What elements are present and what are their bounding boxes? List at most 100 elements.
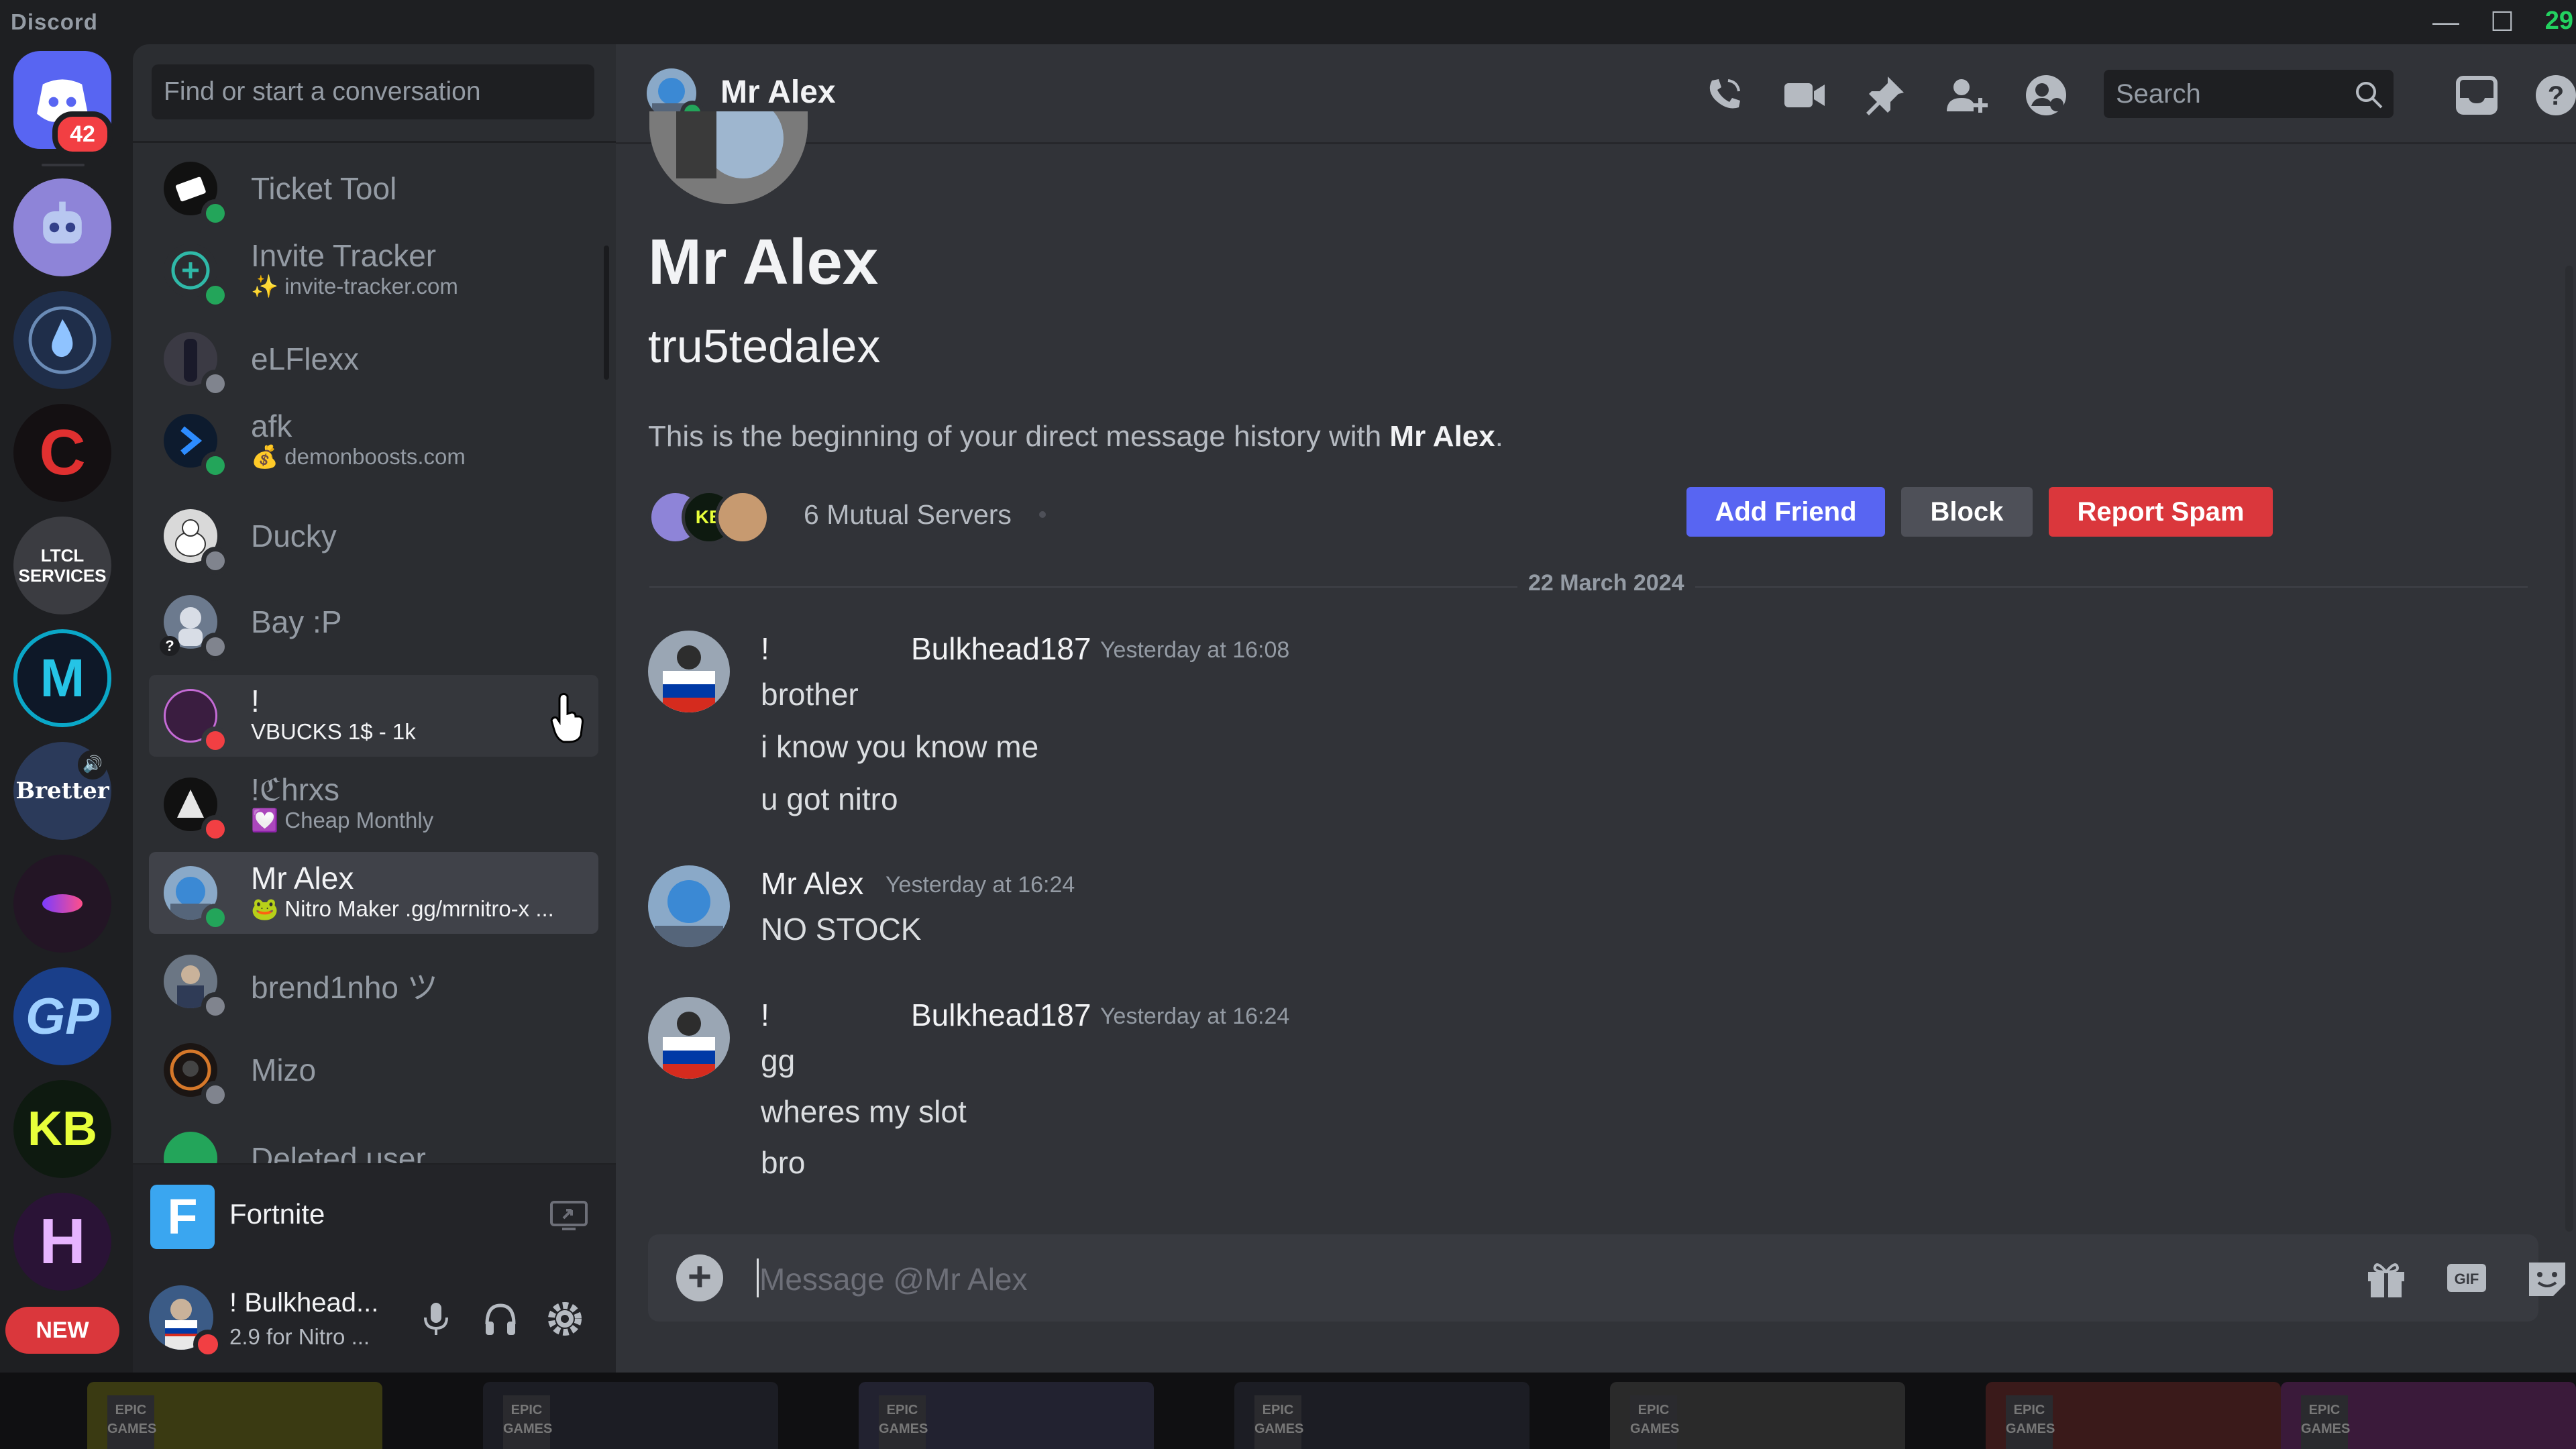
search-input[interactable]: Search xyxy=(2104,70,2394,118)
profile-username: tru5tedalex xyxy=(648,320,881,372)
epic-games-logo: EPIC GAMES xyxy=(2006,1395,2055,1449)
fortnite-game-icon: F xyxy=(150,1185,215,1249)
separator-dot xyxy=(1039,511,1046,518)
message-text: brother xyxy=(761,677,859,712)
chat-title: Mr Alex xyxy=(720,74,836,110)
status-online-indicator xyxy=(201,281,229,309)
dm-sidebar: Find or start a conversation Ticket Tool… xyxy=(133,44,616,1373)
voice-call-icon[interactable] xyxy=(1700,71,1748,119)
message-author-avatar[interactable] xyxy=(648,631,730,712)
dm-item-elflexx[interactable]: eLFlexx xyxy=(149,318,598,400)
dm-custom-status: 🐸 Nitro Maker .gg/mrnitro-x ... xyxy=(251,896,554,921)
status-offline-indicator xyxy=(201,547,229,575)
block-button[interactable]: Block xyxy=(1901,487,2033,537)
server-icon-robot[interactable] xyxy=(13,178,111,276)
minimize-button[interactable]: — xyxy=(2426,5,2466,39)
server-icon-kb[interactable]: KB xyxy=(13,1080,111,1178)
profile-avatar-large xyxy=(649,111,808,204)
dm-name: afk xyxy=(251,409,292,443)
dm-item-mr-alex[interactable]: Mr Alex 🐸 Nitro Maker .gg/mrnitro-x ... xyxy=(149,852,598,934)
message-text: bro xyxy=(761,1145,806,1180)
date-divider-label: 22 March 2024 xyxy=(1517,570,1695,596)
dm-item-mizo[interactable]: Mizo xyxy=(149,1029,598,1111)
message-author-avatar[interactable] xyxy=(648,997,730,1079)
microphone-icon[interactable] xyxy=(415,1297,458,1340)
dm-name: brend1nho ツ xyxy=(251,970,438,1005)
message-author[interactable]: Mr Alex xyxy=(761,865,863,902)
dm-item-bay[interactable]: ? Bay :P xyxy=(149,581,598,663)
report-spam-button[interactable]: Report Spam xyxy=(2049,487,2273,537)
dm-custom-status: 💟 Cheap Monthly xyxy=(251,808,434,833)
game-name: Fortnite xyxy=(229,1198,325,1230)
comet-icon xyxy=(42,894,83,913)
status-online-indicator xyxy=(201,451,229,480)
settings-gear-icon[interactable] xyxy=(543,1297,586,1340)
help-icon[interactable]: ? xyxy=(2532,71,2576,119)
svg-text:?: ? xyxy=(2548,81,2564,111)
inbox-icon[interactable] xyxy=(2453,71,2501,119)
mutual-server-avatar[interactable] xyxy=(715,490,770,545)
status-dnd-indicator xyxy=(201,727,229,755)
clock-indicator: 29 xyxy=(2544,7,2573,35)
search-placeholder: Search xyxy=(2116,79,2201,109)
user-profile-icon[interactable] xyxy=(2022,71,2070,119)
dm-item-afk[interactable]: afk 💰 demonboosts.com xyxy=(149,400,598,482)
find-conversation-input[interactable]: Find or start a conversation xyxy=(152,64,594,119)
headphones-icon[interactable] xyxy=(479,1297,522,1340)
server-rail: 42 C LTCL SERVICES M Bretter 🔊 GP KB H N… xyxy=(0,44,133,1373)
epic-games-logo: EPIC GAMES xyxy=(879,1395,928,1449)
server-icon-gp[interactable]: GP xyxy=(13,967,111,1065)
server-icon-purple[interactable] xyxy=(13,855,111,953)
gif-picker-icon[interactable]: GIF xyxy=(2443,1254,2490,1301)
server-icon-h[interactable]: H xyxy=(13,1193,111,1291)
dm-name: Mr Alex xyxy=(251,861,354,896)
upload-plus-icon[interactable]: + xyxy=(676,1254,723,1301)
dm-item-ducky[interactable]: Ducky xyxy=(149,495,598,577)
thumbnail-tile: EPIC GAMES xyxy=(2281,1382,2576,1449)
server-icon-droplet[interactable] xyxy=(13,291,111,389)
date-divider: 22 March 2024 xyxy=(649,570,2528,596)
gift-icon[interactable] xyxy=(2363,1254,2410,1301)
message-author-avatar[interactable] xyxy=(648,865,730,947)
message-author[interactable]: Bulkhead187 xyxy=(911,997,1091,1033)
video-call-icon[interactable] xyxy=(1780,71,1829,119)
title-bar: Discord — ☐ 29 xyxy=(0,0,2576,44)
dm-custom-status: VBUCKS 1$ - 1k xyxy=(251,719,416,744)
activity-panel: F Fortnite xyxy=(133,1163,616,1265)
message-text: u got nitro xyxy=(761,782,898,816)
server-icon-ltcl[interactable]: LTCL SERVICES xyxy=(13,517,111,614)
server-icon-c[interactable]: C xyxy=(13,404,111,502)
dm-custom-status: 💰 demonboosts.com xyxy=(251,444,466,469)
dm-item-ticket-tool[interactable]: Ticket Tool xyxy=(149,148,598,229)
maximize-button[interactable]: ☐ xyxy=(2482,5,2522,39)
mutual-servers-link[interactable]: 6 Mutual Servers xyxy=(804,499,1012,531)
message-author[interactable]: Bulkhead187 xyxy=(911,631,1091,667)
dm-list-scrollbar[interactable] xyxy=(604,246,609,380)
chat-scrollbar[interactable] xyxy=(2565,266,2573,1232)
dm-item-chrxs[interactable]: !ℭhrxs 💟 Cheap Monthly xyxy=(149,763,598,845)
message-input[interactable]: Message @Mr Alex xyxy=(759,1261,1028,1297)
server-icon-m[interactable]: M xyxy=(13,629,111,727)
add-friend-button[interactable]: Add Friend xyxy=(1686,487,1885,537)
add-friends-to-dm-icon[interactable] xyxy=(1941,71,1990,119)
speaker-icon: 🔊 xyxy=(78,750,107,780)
status-offline-indicator xyxy=(201,633,229,661)
epic-games-logo: EPIC GAMES xyxy=(503,1395,552,1449)
message-author-prefix: ! xyxy=(761,631,769,666)
sticker-picker-icon[interactable] xyxy=(2524,1254,2571,1301)
stream-screen-icon[interactable] xyxy=(549,1198,589,1234)
svg-text:GIF: GIF xyxy=(2455,1271,2479,1287)
text-caret xyxy=(757,1258,759,1297)
dm-item-invite-tracker[interactable]: Invite Tracker ✨ invite-tracker.com xyxy=(149,229,598,311)
search-icon xyxy=(2356,82,2383,109)
dm-name: Ducky xyxy=(251,519,337,553)
current-username: ! Bulkhead... xyxy=(229,1288,379,1318)
dm-item-brend1nho[interactable]: brend1nho ツ xyxy=(149,941,598,1022)
dm-item-exclamation[interactable]: ! VBUCKS 1$ - 1k xyxy=(149,675,598,757)
message-composer[interactable]: + Message @Mr Alex GIF xyxy=(648,1234,2565,1322)
message-text: i know you know me xyxy=(761,729,1039,764)
new-unreads-pill[interactable]: NEW xyxy=(5,1307,119,1354)
hand-cursor-icon xyxy=(550,692,584,743)
pinned-messages-icon[interactable] xyxy=(1861,71,1909,119)
unknown-badge-icon: ? xyxy=(160,636,180,656)
